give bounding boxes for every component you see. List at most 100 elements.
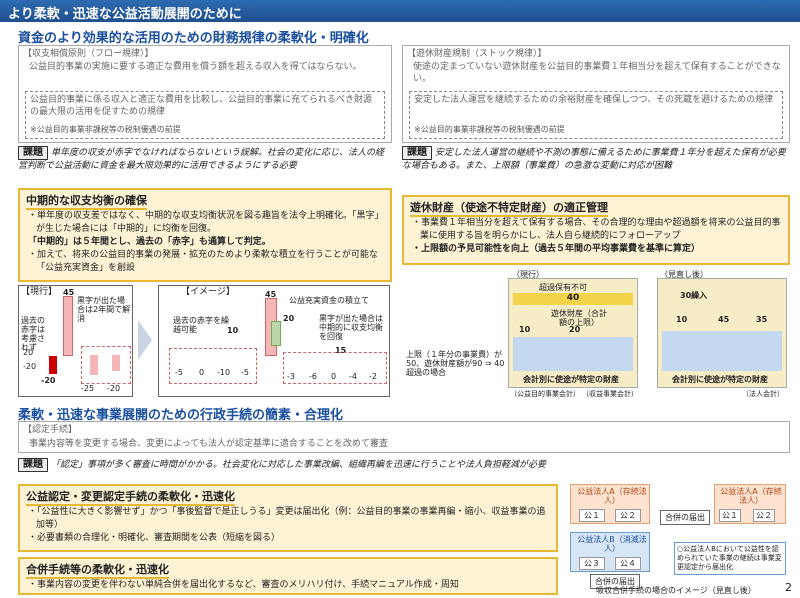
stock-solution-title: 遊休財産（使途不特定財産）の適正管理 — [410, 199, 608, 217]
stock-new-v10: 10 — [676, 315, 688, 324]
deficit-box — [81, 346, 131, 384]
val: -2 — [369, 372, 377, 381]
stock-new-base — [662, 331, 782, 371]
k1: 公１ — [579, 509, 605, 522]
stock-carry: 30繰入 — [680, 291, 708, 300]
flow-kadai: 課題 単年度の収支が赤字でなければならないという誤解。社会の変化に応じ、法人の経営… — [18, 146, 392, 172]
stock-new-v35: 35 — [756, 315, 768, 324]
stock-kadai: 課題 安定した法人運営の継続や不測の事態に備えるために事業費１年分を超えた保有が必… — [402, 146, 790, 172]
certification-solution-box: 公益認定・変更認定手続の柔軟化・迅速化 ・「公益性に大きく影響せず」かつ「事後監… — [18, 484, 558, 552]
stock-inner-note: ※公益目的事業非課税等の税制優遇の前提 — [414, 125, 565, 134]
stock-current-base — [513, 337, 633, 371]
merger-notice: 合併の届出 — [660, 510, 710, 525]
chart-stock: （現行） （見直し後） 超過保有不可 40 遊休財産（合計額の上限） 10 20… — [402, 268, 790, 398]
k3: 公３ — [579, 557, 605, 570]
arrow-right-icon — [138, 320, 152, 360]
stock-v20: 20 — [569, 325, 581, 334]
tick: -20 — [23, 362, 37, 371]
stock-kadai-text: 安定した法人運営の継続や不測の事態に備えるために事業費１年分を超えた保有が必要な… — [402, 148, 786, 171]
bar-t — [63, 296, 73, 356]
kadai-tag: 課題 — [18, 458, 48, 472]
stock-solution-box: 遊休財産（使途不特定財産）の適正管理 ・事業費１年相当分を超えて保有する場合、そ… — [402, 195, 790, 265]
kadai-tag: 課題 — [18, 146, 48, 160]
stock-inner-box: 安定した法人運営を継続するための余裕財産を確保しつつ、その死蔵を避けるための規律… — [409, 91, 783, 139]
section1-title: 資金のより効果的な活用のための財務規律の柔軟化・明確化 — [18, 31, 369, 46]
val-20: 20 — [283, 314, 295, 323]
chart-current: 【現行】 過去の赤字は考慮されず 黒字が出た場合は2年間で解消 20 -20 4… — [18, 285, 133, 397]
chart-image: 【イメージ】 公益充実資金の積立て 過去の赤字を繰越可能 10 黒字が出た場合は… — [158, 285, 390, 397]
val: -6 — [309, 372, 317, 381]
val-20b: -20 — [107, 384, 121, 393]
stock-side-note: 上限（１年分の事業費）が50、遊休財産額が90 ⇒ 40超過の場合 — [406, 350, 505, 377]
stock-solution-bullets: ・事業費１年相当分を超えて保有する場合、その合理的な理由や超過額を将来の公益目的… — [412, 217, 784, 256]
merger-callout: ○公益法人Bにおいて公益性を認められていた事業の継続は事業変更認定から届出化 — [674, 542, 786, 575]
flow-solution-box: 中期的な収支均衡の確保 ・単年度の収支差ではなく、中期的な収支均衡状況を図る趣旨… — [18, 188, 392, 282]
stock-bullet-2: ・上限額の予見可能性を向上（過去５年間の平均事業費を基準に算定） — [412, 244, 701, 254]
bar-reserve — [271, 321, 281, 346]
flow-rule-title: 【収支相償原則（フロー規律）】 — [23, 49, 154, 59]
procedure-rule-title: 【認定手続】 — [23, 425, 78, 435]
stock-new-panel: 30繰入 10 45 35 会計別に使途が特定の財産 — [657, 278, 787, 388]
tick: 20 — [23, 348, 34, 357]
flow-bullet-1: ・単年度の収支差ではなく、中期的な収支均衡状況を図る趣旨を法令上明確化。「黒字」… — [28, 211, 384, 234]
val: -10 — [217, 368, 231, 377]
certification-bullet-1: ・「公益性に大きく影響せず」かつ「事後監督で是正しうる」変更は届出化（例：公益目… — [28, 507, 546, 530]
kadai-tag: 課題 — [402, 146, 432, 160]
bar-t+1 — [90, 355, 98, 375]
stock-current-panel: 超過保有不可 40 遊休財産（合計額の上限） 10 20 会計別に使途が特定の財… — [508, 278, 638, 388]
val-45: 45 — [63, 288, 75, 297]
flow-kadai-text: 単年度の収支が赤字でなければならないという誤解。社会の変化に応じ、法人の経営判断… — [18, 148, 385, 171]
merger-bullet-1: ・事業内容の変更を伴わない単純合併を届出化するなど、審査のメリハリ付け、手続マニ… — [28, 580, 459, 590]
stock-v40: 40 — [513, 293, 633, 305]
flow-rule-text: 公益目的事業の実施に要する適正な費用を償う額を超える収入を得てはならない。 — [29, 62, 362, 72]
corp-a-label: 公益法人A（存続法人） — [577, 487, 647, 505]
flow-inner-box: 公益目的事業に係る収入と適正な費用を比較し、公益目的事業に充てられるべき財源の最… — [25, 91, 385, 139]
stock-v10: 10 — [519, 325, 531, 334]
corp-b-box: 公益法人B（消滅法人） 公３ 公４ — [570, 532, 650, 572]
val-20: -20 — [41, 376, 56, 385]
stock-rule-box: 【遊休財産規制（ストック規律）】 使途の定まっていない遊休財産を公益目的事業費１… — [402, 45, 790, 143]
stock-bullet-1: ・事業費１年相当分を超えて保有する場合、その合理的な理由や超過額を将来の公益目的… — [412, 218, 781, 241]
past-deficit-box — [169, 348, 257, 384]
flow-inner-text: 公益目的事業に係る収入と適正な費用を比較し、公益目的事業に充てられるべき財源の最… — [30, 95, 373, 117]
procedure-kadai: 課題 「認定」事項が多く審査に時間がかかる。社会変化に対応した事業改編、組織再編を… — [18, 458, 790, 472]
chart-current-note2: 黒字が出た場合は2年間で解消 — [77, 296, 131, 323]
flow-solution-bullets: ・単年度の収支差ではなく、中期的な収支均衡状況を図る趣旨を法令上明確化。「黒字」… — [28, 210, 386, 275]
merger-bullets: ・事業内容の変更を伴わない単純合併を届出化するなど、審査のメリハリ付け、手続マニ… — [28, 579, 552, 592]
merger-solution-box: 合併手続等の柔軟化・迅速化 ・事業内容の変更を伴わない単純合併を届出化するなど、… — [18, 557, 558, 595]
certification-title: 公益認定・変更認定手続の柔軟化・迅速化 — [26, 488, 235, 506]
certification-bullets: ・「公益性に大きく影響せず」かつ「事後監督で是正しうる」変更は届出化（例：公益目… — [28, 506, 552, 545]
k2b: 公２ — [753, 509, 775, 522]
chart-image-note-top: 公益充実資金の積立て — [289, 296, 369, 305]
chart-image-note-left: 過去の赤字を繰越可能 — [173, 316, 229, 334]
flow-inner-note: ※公益目的事業非課税等の税制優遇の前提 — [30, 125, 181, 134]
chart-image-note-right: 黒字が出た場合は中期的に収支均衡を回復 — [319, 314, 383, 341]
val: 0 — [199, 368, 205, 377]
flow-bullet-3: ・加えて、将来の公益目的事業の発展・拡充のためより柔軟な積立を行うことが可能な「… — [28, 250, 378, 273]
val-45: 45 — [265, 290, 277, 299]
val: -4 — [349, 372, 357, 381]
merger-caption: 吸収合併手続の場合のイメージ（見直し後） — [596, 586, 756, 595]
stock-bottom: 会計別に使途が特定の財産 — [523, 375, 619, 384]
val: -3 — [287, 372, 295, 381]
stock-footer3: （法人会計） — [742, 390, 784, 398]
stock-inner-text: 安定した法人運営を継続するための余裕財産を確保しつつ、その死蔵を避けるための規律 — [414, 95, 774, 105]
chart-current-label: 【現行】 — [21, 287, 58, 297]
stock-new-bottom: 会計別に使途が特定の財産 — [672, 375, 768, 384]
flow-bullet-2: 「中期的」は５年間とし、過去の「赤字」も通算して判定。 — [28, 237, 271, 247]
header-bar: より柔軟・迅速な公益活動展開のために — [0, 0, 800, 22]
bar-t-4 — [49, 356, 57, 374]
page-number: 2 — [785, 581, 792, 594]
flow-rule-box: 【収支相償原則（フロー規律）】 公益目的事業の実施に要する適正な費用を償う額を超… — [18, 45, 392, 143]
bar-t+2 — [112, 355, 120, 371]
procedure-kadai-text: 「認定」事項が多く審査に時間がかかる。社会変化に対応した事業改編、組織再編を迅速… — [51, 460, 547, 470]
merger-diagram: 公益法人A（存続法人） 公１ 公２ 公益法人B（消滅法人） 公３ 公４ 合併の届… — [566, 484, 788, 595]
corp-a2-box: 公益法人A（存続法人） 公１ 公２ — [714, 484, 786, 524]
corp-b-label: 公益法人B（消滅法人） — [577, 535, 647, 553]
merger-title: 合併手続等の柔軟化・迅速化 — [26, 561, 169, 579]
val-25: -25 — [81, 384, 95, 393]
corp-a-box: 公益法人A（存続法人） 公１ 公２ — [570, 484, 650, 524]
chart-image-note-left-val: 10 — [227, 326, 239, 335]
stock-new-v45: 45 — [718, 315, 730, 324]
stock-excess: 超過保有不可 — [539, 283, 587, 292]
